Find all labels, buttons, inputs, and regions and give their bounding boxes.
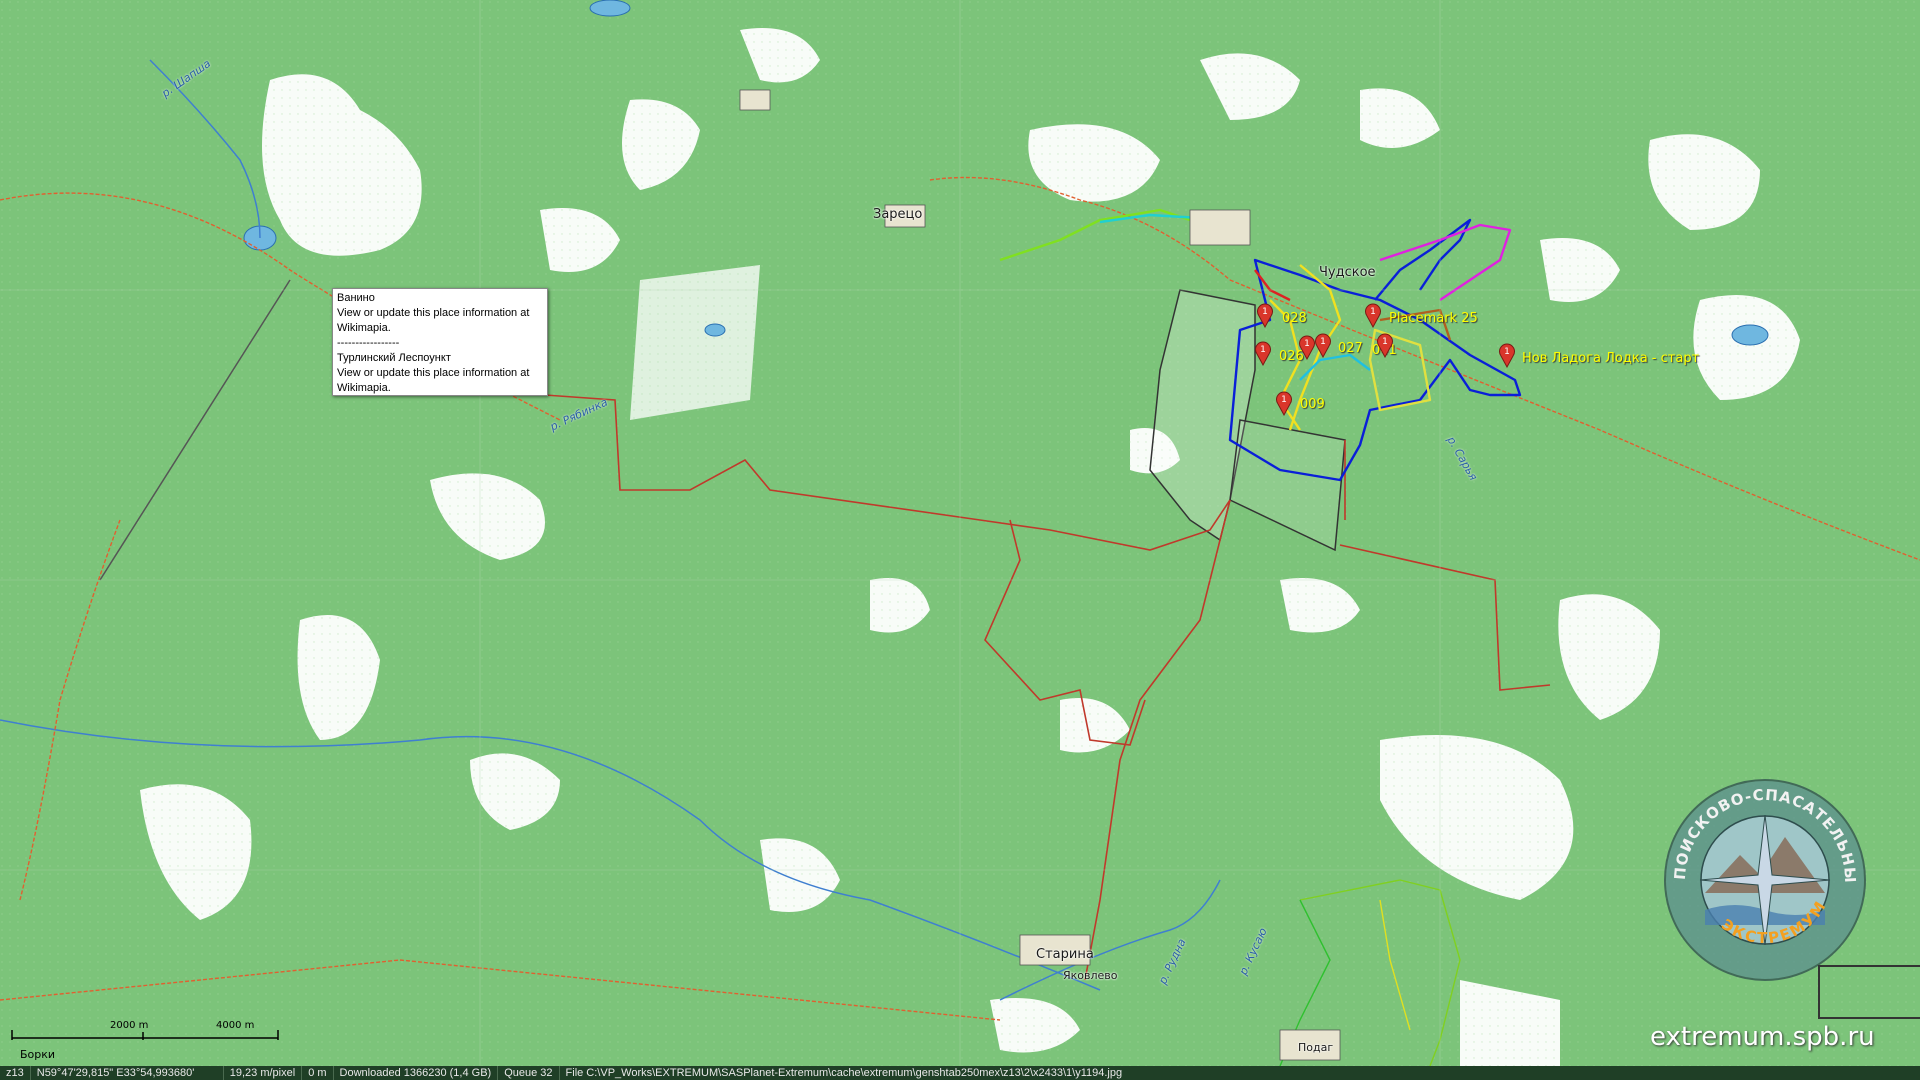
popup-update-text-2: View or update this place information at xyxy=(337,367,530,379)
scale-bar-graphic xyxy=(11,1030,279,1040)
status-coordinates: N59°47'29,815" E33°54,993680' xyxy=(31,1066,224,1080)
svg-text:1: 1 xyxy=(1504,347,1510,357)
svg-text:1: 1 xyxy=(1262,307,1268,317)
popup-separator: ----------------- xyxy=(337,337,400,349)
status-zoom: z13 xyxy=(0,1066,31,1080)
svg-text:1: 1 xyxy=(1304,339,1310,349)
svg-text:1: 1 xyxy=(1281,395,1287,405)
placemark-pin-027b[interactable]: 1 xyxy=(1314,332,1332,358)
placemark-label-027: 027 xyxy=(1338,341,1363,356)
status-bar: z13 N59°47'29,815" E33°54,993680' 19,23 … xyxy=(0,1066,1920,1080)
settlement-label-starina: Старина xyxy=(1036,947,1094,962)
placemark-pin-026[interactable]: 1 xyxy=(1254,340,1272,366)
placemark-label-start: Нов Ладога Лодка - старт xyxy=(1522,351,1700,366)
placemark-label-028: 028 xyxy=(1282,311,1307,326)
popup-wikimapia-link-1[interactable]: Wikimapia. xyxy=(337,321,543,336)
placemark-pin-041[interactable]: 1 xyxy=(1376,332,1394,358)
placemark-pin-start[interactable]: 1 xyxy=(1498,342,1516,368)
popup-update-text-1: View or update this place information at xyxy=(337,307,530,319)
popup-wikimapia-link-2[interactable]: Wikimapia. xyxy=(337,381,543,396)
svg-text:1: 1 xyxy=(1320,337,1326,347)
wikimapia-popup[interactable]: Ванино View or update this place informa… xyxy=(332,288,548,396)
status-resolution: 19,23 m/pixel xyxy=(224,1066,303,1080)
minimap-frame[interactable] xyxy=(1818,965,1920,1019)
scale-label-right: 4000 m xyxy=(216,1020,255,1031)
settlement-label-podag: Подаг xyxy=(1298,1041,1334,1054)
status-downloaded: Downloaded 1366230 (1,4 GB) xyxy=(334,1066,499,1080)
placemark-pin-25[interactable]: 1 xyxy=(1364,302,1382,328)
extremum-logo: ПОИСКОВО-СПАСАТЕЛЬНЫЙ ОТРЯД ЭКСТРЕМУМ xyxy=(1660,775,1866,981)
status-file-path: File C:\VP_Works\EXTREMUM\SASPlanet-Extr… xyxy=(565,1067,1123,1079)
popup-place-name-2: Турлинский Леспоункт xyxy=(337,352,451,364)
scale-place-label: Борки xyxy=(20,1048,56,1061)
map-canvas[interactable] xyxy=(0,0,1920,1066)
settlement-label-yakovlevo: Яковлево xyxy=(1063,969,1118,982)
svg-text:1: 1 xyxy=(1260,345,1266,355)
status-distance: 0 m xyxy=(302,1066,334,1080)
svg-text:1: 1 xyxy=(1382,337,1388,347)
placemark-pin-009[interactable]: 1 xyxy=(1275,390,1293,416)
placemark-label-009: 009 xyxy=(1300,397,1325,412)
placemark-label-25: Placemark 25 xyxy=(1389,311,1478,326)
settlement-label-chudskoe: Чудское xyxy=(1319,265,1376,280)
popup-place-name-1: Ванино xyxy=(337,292,375,304)
watermark-site: extremum.spb.ru xyxy=(1650,1022,1875,1052)
status-queue: Queue 32 xyxy=(498,1066,560,1080)
scale-label-left: 2000 m xyxy=(110,1020,149,1031)
svg-text:1: 1 xyxy=(1370,307,1376,317)
placemark-pin-028[interactable]: 1 xyxy=(1256,302,1274,328)
settlement-label-zaretso: Зарецо xyxy=(873,207,923,222)
scale-bar: 2000 m 4000 m Борки xyxy=(8,1020,308,1061)
